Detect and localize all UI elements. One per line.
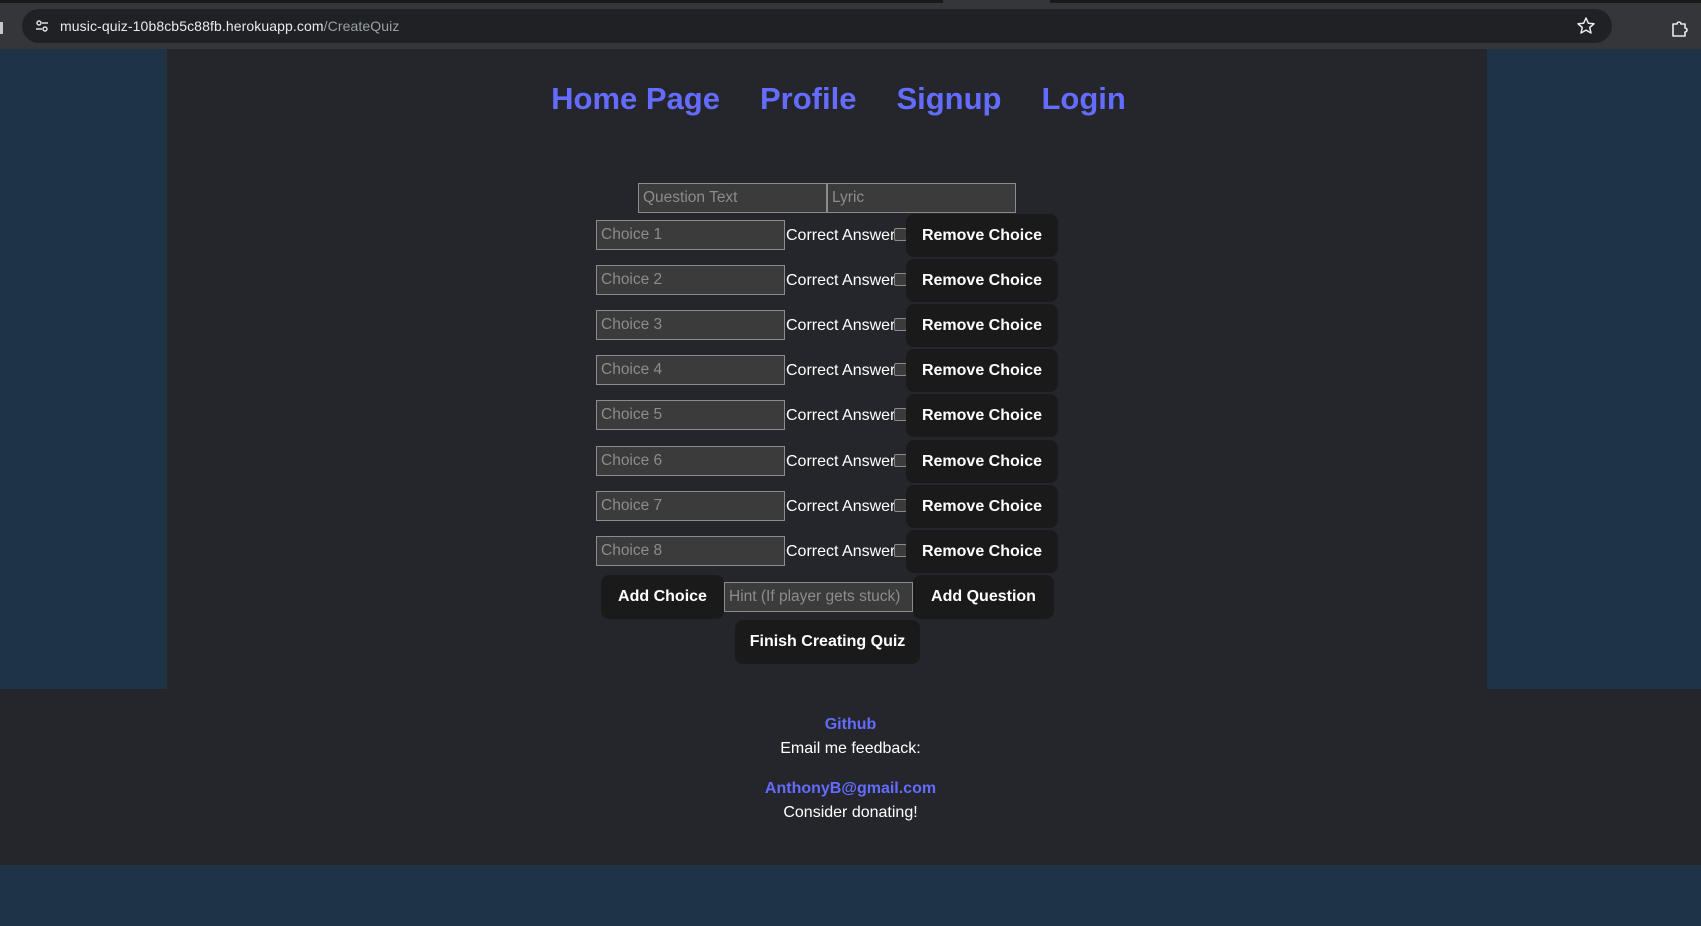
top-nav: Home Page Profile Signup Login: [167, 77, 1487, 121]
add-choice-button[interactable]: Add Choice: [601, 575, 724, 619]
choice-4-remove-button[interactable]: Remove Choice: [906, 349, 1058, 392]
nav-signup[interactable]: Signup: [896, 77, 1001, 121]
url-host: music-quiz-10b8cb5c88fb.herokuapp.com: [60, 18, 324, 34]
correct-answer-label: Correct Answer: [786, 498, 896, 515]
extensions-icon[interactable]: [1669, 18, 1691, 40]
nav-profile[interactable]: Profile: [760, 77, 856, 121]
address-bar[interactable]: music-quiz-10b8cb5c88fb.herokuapp.com/Cr…: [22, 9, 1612, 43]
choice-6-remove-button[interactable]: Remove Choice: [906, 440, 1058, 483]
nav-login[interactable]: Login: [1042, 77, 1126, 121]
star-icon[interactable]: [1576, 16, 1596, 36]
url-text[interactable]: music-quiz-10b8cb5c88fb.herokuapp.com/Cr…: [60, 18, 399, 34]
correct-answer-label: Correct Answer: [786, 407, 896, 424]
choice-4-input[interactable]: [596, 355, 785, 385]
correct-answer-label: Correct Answer: [786, 543, 896, 560]
correct-answer-label: Correct Answer: [786, 272, 896, 289]
question-text-input[interactable]: [638, 183, 827, 213]
hint-input[interactable]: [724, 582, 913, 612]
choice-5-input[interactable]: [596, 400, 785, 430]
url-path: /CreateQuiz: [323, 18, 400, 34]
choice-8-input[interactable]: [596, 536, 785, 566]
correct-answer-label: Correct Answer: [786, 453, 896, 470]
correct-answer-label: Correct Answer: [786, 317, 896, 334]
choice-2-remove-button[interactable]: Remove Choice: [906, 259, 1058, 302]
site-info-icon[interactable]: [30, 14, 54, 38]
choice-8-remove-button[interactable]: Remove Choice: [906, 530, 1058, 573]
toolbar-edge: [0, 22, 3, 34]
choice-5-remove-button[interactable]: Remove Choice: [906, 394, 1058, 437]
email-prompt: Email me feedback:: [780, 740, 921, 757]
choice-1-remove-button[interactable]: Remove Choice: [906, 214, 1058, 257]
choice-7-input[interactable]: [596, 491, 785, 521]
choice-3-remove-button[interactable]: Remove Choice: [906, 304, 1058, 347]
correct-answer-label: Correct Answer: [786, 362, 896, 379]
donate-text: Consider donating!: [783, 804, 918, 821]
choice-7-remove-button[interactable]: Remove Choice: [906, 485, 1058, 528]
main-panel: Home Page Profile Signup Login Correct A…: [167, 49, 1487, 689]
footer: Github Email me feedback: AnthonyB@gmail…: [0, 689, 1701, 865]
correct-answer-label: Correct Answer: [786, 227, 896, 244]
email-link[interactable]: AnthonyB@gmail.com: [0, 780, 1701, 798]
choice-2-input[interactable]: [596, 265, 785, 295]
choice-1-input[interactable]: [596, 220, 785, 250]
add-question-button[interactable]: Add Question: [913, 575, 1054, 619]
choice-6-input[interactable]: [596, 446, 785, 476]
finish-creating-quiz-button[interactable]: Finish Creating Quiz: [735, 620, 920, 664]
github-link[interactable]: Github: [0, 716, 1701, 734]
nav-home-page[interactable]: Home Page: [551, 77, 720, 121]
lyric-input[interactable]: [827, 183, 1016, 213]
browser-toolbar: music-quiz-10b8cb5c88fb.herokuapp.com/Cr…: [0, 3, 1701, 49]
choice-3-input[interactable]: [596, 310, 785, 340]
